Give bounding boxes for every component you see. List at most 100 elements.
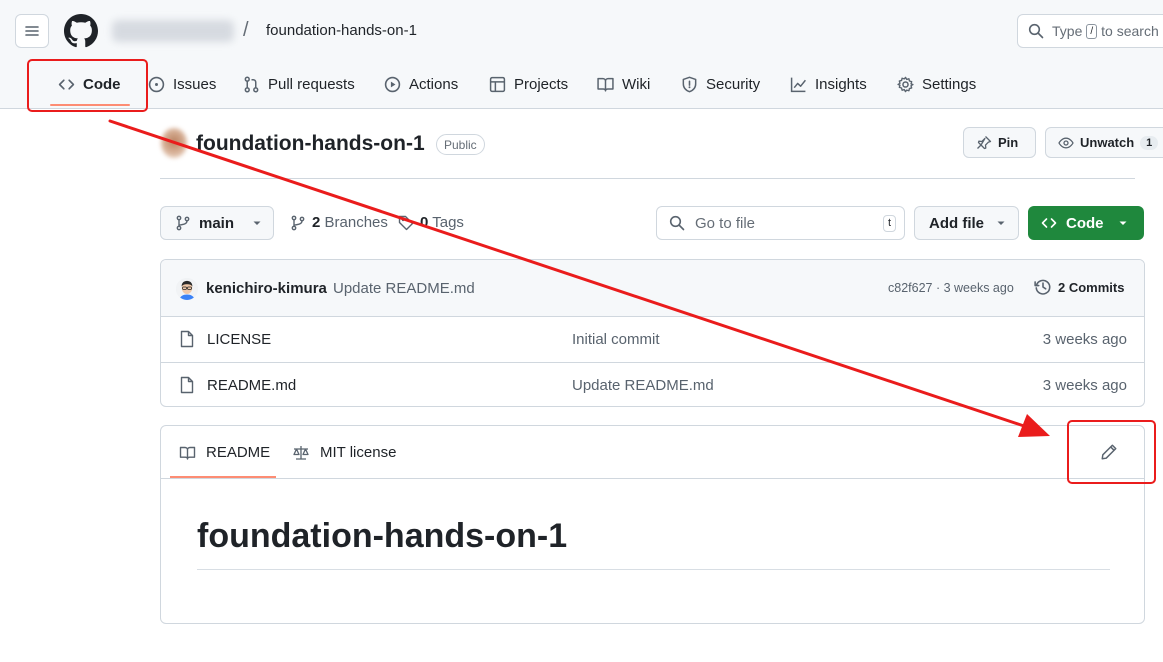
issue-icon [148, 76, 165, 92]
file-commit-message[interactable]: Update README.md [572, 377, 714, 394]
menu-button[interactable] [15, 14, 49, 48]
file-row[interactable]: README.md Update README.md 3 weeks ago [161, 362, 1144, 406]
search-shortcut-key: / [1086, 23, 1098, 39]
go-to-file-shortcut: t [882, 215, 896, 232]
graph-icon [790, 77, 806, 92]
github-logo-icon[interactable] [64, 14, 98, 48]
tags-label: Tags [432, 214, 464, 231]
code-button-label: Code [1066, 214, 1104, 232]
file-table: kenichiro-kimura Update README.md c82f62… [160, 259, 1145, 407]
caret-down-icon [253, 221, 261, 225]
file-icon [180, 376, 194, 394]
title-divider [160, 178, 1135, 179]
tags-count: 0 [420, 214, 429, 231]
commits-history-link[interactable]: 2 Commits [1034, 278, 1124, 296]
search-input[interactable]: Type / to search [1017, 14, 1163, 48]
add-file-label: Add file [929, 214, 984, 232]
owner-avatar-blurred[interactable] [161, 128, 187, 158]
breadcrumb-separator: / [243, 19, 249, 41]
code-icon [1041, 218, 1057, 228]
active-tab-indicator [50, 104, 130, 106]
gear-icon [897, 76, 914, 92]
tab-wiki[interactable]: Wiki [597, 62, 650, 106]
tab-label: Pull requests [268, 75, 355, 93]
search-placeholder-after: to search [1101, 23, 1159, 39]
file-name[interactable]: LICENSE [207, 331, 271, 348]
owner-name-blurred[interactable] [112, 20, 234, 42]
tab-label: Code [83, 75, 121, 93]
file-name[interactable]: README.md [207, 377, 296, 394]
book-icon [597, 77, 614, 92]
tag-icon [398, 215, 414, 230]
tab-actions[interactable]: Actions [384, 62, 458, 106]
file-commit-message[interactable]: Initial commit [572, 331, 660, 348]
visibility-badge: Public [436, 134, 485, 155]
repo-title[interactable]: foundation-hands-on-1 [196, 132, 425, 156]
add-file-button[interactable]: Add file [914, 206, 1019, 240]
readme-tab-label: README [206, 444, 271, 461]
commit-sha-time[interactable]: c82f627 · 3 weeks ago [888, 281, 1014, 295]
branches-label: Branches [324, 214, 388, 231]
caret-down-icon [997, 221, 1005, 225]
caret-down-icon [1119, 221, 1126, 225]
pin-label: Pin [998, 135, 1019, 150]
go-to-file-input[interactable]: Go to file t [656, 206, 905, 240]
watch-button[interactable]: Unwatch 1 [1045, 127, 1163, 158]
tab-code[interactable]: Code [58, 62, 121, 106]
go-to-file-placeholder: Go to file [695, 214, 756, 232]
search-icon [669, 215, 685, 231]
book-icon [179, 446, 196, 460]
license-tab-label: MIT license [320, 444, 397, 461]
pin-button[interactable]: Pin [963, 127, 1036, 158]
breadcrumb-repo-link[interactable]: foundation-hands-on-1 [266, 22, 417, 39]
branch-name: main [199, 214, 235, 232]
search-icon [1028, 23, 1044, 39]
latest-commit-row: kenichiro-kimura Update README.md c82f62… [161, 260, 1144, 317]
tags-link[interactable]: 0 Tags [398, 214, 464, 231]
pin-icon [977, 135, 992, 149]
branch-icon [176, 215, 190, 231]
tab-label: Projects [514, 75, 569, 93]
commits-count-label: 2 Commits [1058, 279, 1125, 295]
commit-author[interactable]: kenichiro-kimura [206, 280, 327, 297]
watch-count: 1 [1140, 135, 1159, 150]
branches-link[interactable]: 2 Branches [290, 214, 388, 231]
branch-selector[interactable]: main [160, 206, 274, 240]
branch-icon [291, 215, 305, 230]
tab-issues[interactable]: Issues [148, 62, 216, 106]
file-row[interactable]: LICENSE Initial commit 3 weeks ago [161, 317, 1144, 362]
play-icon [384, 76, 401, 92]
code-dropdown-button[interactable]: Code [1028, 206, 1144, 240]
file-icon [180, 330, 194, 348]
tab-insights[interactable]: Insights [790, 62, 867, 106]
law-icon [293, 445, 309, 460]
app-header: / foundation-hands-on-1 Type / to search… [0, 0, 1163, 109]
history-icon [1034, 279, 1051, 295]
tab-settings[interactable]: Settings [897, 62, 976, 106]
tab-label: Issues [173, 75, 217, 93]
readme-heading-rule [197, 569, 1110, 570]
tab-projects[interactable]: Projects [489, 62, 568, 106]
pencil-icon[interactable] [1100, 443, 1118, 461]
table-icon [489, 76, 506, 92]
repo-nav-tabs: Code Issues Pull requests Actions Projec… [0, 62, 1163, 108]
author-avatar[interactable] [176, 278, 198, 300]
shield-icon [682, 76, 697, 92]
author-avatar-icon [176, 278, 198, 300]
pull-request-icon [244, 76, 259, 92]
tab-label: Insights [815, 75, 867, 93]
watch-label: Unwatch [1080, 135, 1135, 150]
tab-label: Settings [922, 75, 977, 93]
tab-security[interactable]: Security [681, 62, 760, 106]
tab-label: Security [706, 75, 761, 93]
tab-label: Wiki [622, 75, 651, 93]
readme-tab[interactable]: README [179, 444, 270, 461]
tab-pull-requests[interactable]: Pull requests [243, 62, 355, 106]
file-commit-date: 3 weeks ago [1042, 377, 1127, 394]
license-tab[interactable]: MIT license [292, 444, 396, 461]
readme-tabs: README MIT license [161, 426, 1144, 479]
readme-panel: README MIT license foundation-hands-on-1 [160, 425, 1145, 624]
code-icon [58, 78, 75, 90]
commit-message[interactable]: Update README.md [333, 280, 475, 297]
hamburger-icon [25, 26, 39, 36]
